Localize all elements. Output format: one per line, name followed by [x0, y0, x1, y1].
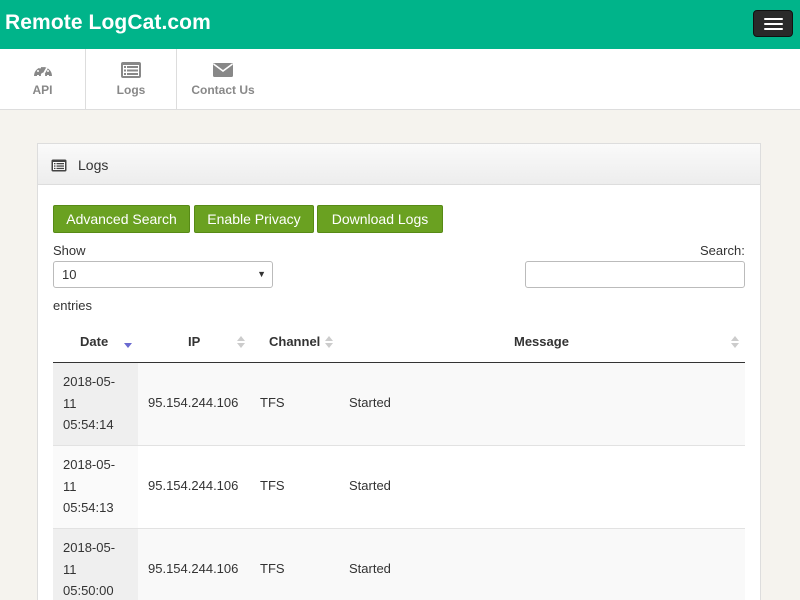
- main-nav: API Logs Contact Us: [0, 49, 800, 110]
- nav-item-contact[interactable]: Contact Us: [177, 49, 269, 109]
- sort-both-icon[interactable]: [324, 334, 334, 350]
- brand-title[interactable]: Remote LogCat.com: [5, 11, 211, 35]
- download-logs-button[interactable]: Download Logs: [317, 205, 443, 233]
- list-icon: [121, 62, 141, 78]
- message-cell: Started: [349, 561, 391, 576]
- column-header-channel[interactable]: Channel: [269, 334, 320, 349]
- hamburger-icon: [764, 28, 783, 30]
- date-cell: 2018-05- 11 05:54:14: [53, 363, 138, 445]
- caret-down-icon: ▼: [257, 269, 266, 279]
- hamburger-icon: [764, 23, 783, 25]
- date-cell: 2018-05- 11 05:54:13: [53, 446, 138, 528]
- message-cell: Started: [349, 478, 391, 493]
- table-row[interactable]: 2018-05- 11 05:54:14 95.154.244.106 TFS …: [53, 363, 745, 446]
- nav-label-contact: Contact Us: [191, 83, 255, 97]
- search-input[interactable]: [525, 261, 745, 288]
- sort-desc-icon[interactable]: [123, 334, 133, 350]
- top-bar: Remote LogCat.com: [0, 0, 800, 49]
- list-icon: [51, 159, 67, 172]
- nav-label-logs: Logs: [116, 83, 146, 97]
- search-label: Search:: [700, 243, 745, 258]
- channel-cell: TFS: [260, 395, 285, 410]
- table-row[interactable]: 2018-05- 11 05:50:00 95.154.244.106 TFS …: [53, 529, 745, 600]
- table-header: Date IP Channel Message: [53, 325, 745, 363]
- column-header-date[interactable]: Date: [80, 334, 108, 349]
- nav-label-api: API: [32, 83, 53, 97]
- enable-privacy-button[interactable]: Enable Privacy: [194, 205, 314, 233]
- page-size-select[interactable]: 10 ▼: [53, 261, 273, 288]
- sort-both-icon[interactable]: [730, 334, 740, 350]
- nav-item-logs[interactable]: Logs: [86, 49, 177, 109]
- date-text: 2018-05- 11 05:50:00: [63, 540, 116, 598]
- ip-cell: 95.154.244.106: [148, 561, 239, 576]
- channel-cell: TFS: [260, 478, 285, 493]
- date-text: 2018-05- 11 05:54:13: [63, 457, 116, 515]
- nav-item-api[interactable]: API: [0, 49, 86, 109]
- table-row[interactable]: 2018-05- 11 05:54:13 95.154.244.106 TFS …: [53, 446, 745, 529]
- column-header-message[interactable]: Message: [514, 334, 569, 349]
- panel-title: Logs: [78, 157, 109, 173]
- ip-cell: 95.154.244.106: [148, 478, 239, 493]
- sort-both-icon[interactable]: [236, 334, 246, 350]
- envelope-icon: [213, 63, 233, 77]
- date-cell: 2018-05- 11 05:50:00: [53, 529, 138, 600]
- panel-heading: Logs: [38, 144, 760, 185]
- entries-label: entries: [53, 298, 93, 313]
- page-size-value: 10: [62, 267, 77, 282]
- dashboard-icon: [33, 65, 52, 78]
- show-label: Show: [53, 243, 86, 258]
- ip-cell: 95.154.244.106: [148, 395, 239, 410]
- menu-toggle-button[interactable]: [753, 10, 793, 37]
- column-header-ip[interactable]: IP: [188, 334, 200, 349]
- message-cell: Started: [349, 395, 391, 410]
- date-text: 2018-05- 11 05:54:14: [63, 374, 116, 432]
- channel-cell: TFS: [260, 561, 285, 576]
- hamburger-icon: [764, 18, 783, 20]
- advanced-search-button[interactable]: Advanced Search: [53, 205, 190, 233]
